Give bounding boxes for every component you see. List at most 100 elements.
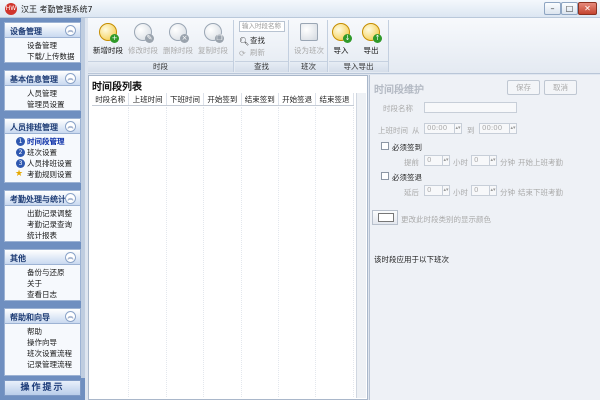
sidebar-header-other[interactable]: 其他 ︽ <box>5 250 80 265</box>
collapse-icon[interactable]: ︽ <box>65 121 76 132</box>
sidebar-item-record-query[interactable]: 考勤记录查询 <box>5 219 80 230</box>
group-label: 时段 <box>88 61 233 72</box>
copy-timeslot-button[interactable]: ❐ 复制时段 <box>195 21 231 59</box>
name-label: 时段名称 <box>383 104 413 113</box>
must-signout-label: 必须签退 <box>392 173 422 182</box>
list-scrollbar[interactable] <box>356 93 366 398</box>
delete-timeslot-button[interactable]: × 删除时段 <box>160 21 196 59</box>
sidebar-section-other: 其他 ︽ 备份与还原 关于 查看日志 <box>4 249 81 301</box>
sidebar-header-device[interactable]: 设备管理 ︽ <box>5 23 80 38</box>
sidebar-scrollbar[interactable] <box>81 18 85 378</box>
spin-icon[interactable]: ▴▾ <box>454 124 461 133</box>
advance-label: 提前 <box>404 158 419 167</box>
sidebar-item-shift-flow[interactable]: 班次设置流程 <box>5 348 80 359</box>
sidebar-item-record-adjust[interactable]: 出勤记录调整 <box>5 208 80 219</box>
must-signout-checkbox[interactable] <box>381 172 389 180</box>
button-label: 设为班次 <box>294 46 324 55</box>
sidebar-item-shift-settings[interactable]: 2 班次设置 <box>5 147 80 158</box>
column-header[interactable]: 开始签退 <box>279 93 317 105</box>
sidebar-item-wizard[interactable]: 操作向导 <box>5 337 80 348</box>
column-header[interactable]: 上班时间 <box>129 93 167 105</box>
button-label: 复制时段 <box>198 46 228 55</box>
delay-hours-stepper[interactable]: 0 ▴▾ <box>424 185 450 196</box>
sidebar-header-basic-info[interactable]: 基本信息管理 ︽ <box>5 71 80 86</box>
table-header: 时段名称 上班时间 下班时间 开始签到 结束签到 开始签退 结束签退 <box>92 93 354 106</box>
edit-timeslot-button[interactable]: ✎ 修改时段 <box>125 21 161 59</box>
column-header[interactable]: 开始签到 <box>204 93 242 105</box>
toolbar: + 新增时段 ✎ 修改时段 × 删除时段 ❐ 复制时段 时段 输入时段名称 🔍︎… <box>88 18 600 74</box>
refresh-button[interactable]: ⟳ 刷新 <box>239 47 265 58</box>
section-title: 基本信息管理 <box>10 75 58 84</box>
column-header[interactable]: 结束签到 <box>242 93 279 105</box>
sidebar: 设备管理 ︽ 设备管理 下载/上传数据 基本信息管理 ︽ 人员管理 管理员设置 … <box>0 18 85 400</box>
clock-delete-icon: × <box>169 23 189 43</box>
section-title: 其他 <box>10 254 26 263</box>
sidebar-header-scheduling[interactable]: 人员排班管理 ︽ <box>5 119 80 134</box>
group-label: 班次 <box>290 61 327 72</box>
sidebar-item-record-flow[interactable]: 记录管理流程 <box>5 359 80 370</box>
add-timeslot-button[interactable]: + 新增时段 <box>90 21 126 59</box>
export-button[interactable]: ↑ 导出 <box>353 21 389 59</box>
cancel-button[interactable]: 取消 <box>544 80 577 95</box>
sidebar-section-scheduling: 人员排班管理 ︽ 1 时间段管理 2 班次设置 3 人员排班设置 ★ 考勤规则设… <box>4 118 81 183</box>
timeslot-name-field[interactable] <box>424 102 517 113</box>
sidebar-item-admin-settings[interactable]: 管理员设置 <box>5 99 80 110</box>
column-header[interactable]: 结束签退 <box>316 93 354 105</box>
collapse-icon[interactable]: ︽ <box>65 311 76 322</box>
sidebar-item-time-period[interactable]: 1 时间段管理 <box>5 136 80 147</box>
sidebar-item-personnel[interactable]: 人员管理 <box>5 88 80 99</box>
sidebar-item-label: 班次设置 <box>27 148 57 157</box>
sidebar-item-device-management[interactable]: 设备管理 <box>5 40 80 51</box>
column-header[interactable]: 时段名称 <box>92 93 130 105</box>
minutes-label: 分钟 <box>500 158 515 167</box>
panel-title: 时间段列表 <box>92 82 142 93</box>
spin-icon[interactable]: ▴▾ <box>442 186 449 195</box>
maximize-button[interactable]: □ <box>561 2 578 15</box>
advance-minutes-stepper[interactable]: 0 ▴▾ <box>471 155 497 166</box>
collapse-icon[interactable]: ︽ <box>65 252 76 263</box>
sidebar-section-basic-info: 基本信息管理 ︽ 人员管理 管理员设置 <box>4 70 81 111</box>
end-time-field[interactable]: 00:00 ▴▾ <box>479 123 517 134</box>
sidebar-item-help[interactable]: 帮助 <box>5 326 80 337</box>
operation-tips-button[interactable]: 操作提示 <box>4 380 81 396</box>
step-3-icon: 3 <box>16 159 25 168</box>
column-header[interactable]: 下班时间 <box>167 93 205 105</box>
find-button[interactable]: 🔍︎ 查找 <box>239 35 265 46</box>
sidebar-item-staff-schedule[interactable]: 3 人员排班设置 <box>5 158 80 169</box>
minutes-label: 分钟 <box>500 188 515 197</box>
collapse-icon[interactable]: ︽ <box>65 25 76 36</box>
sidebar-item-attendance-rules[interactable]: ★ 考勤规则设置 <box>5 169 80 180</box>
group-label: 查找 <box>235 61 288 72</box>
spin-icon[interactable]: ▴▾ <box>442 156 449 165</box>
sidebar-item-download-upload[interactable]: 下载/上传数据 <box>5 51 80 62</box>
sidebar-item-backup[interactable]: 备份与还原 <box>5 267 80 278</box>
minimize-button[interactable]: – <box>544 2 561 15</box>
toolbar-group-search: 输入时段名称 🔍︎ 查找 ⟳ 刷新 查找 <box>235 20 289 72</box>
table-body[interactable] <box>92 107 354 397</box>
delay-minutes-stepper[interactable]: 0 ▴▾ <box>471 185 497 196</box>
sidebar-item-reports[interactable]: 统计报表 <box>5 230 80 241</box>
sidebar-item-label: 人员排班设置 <box>27 159 72 168</box>
button-label: 新增时段 <box>93 46 123 55</box>
save-button[interactable]: 保存 <box>507 80 540 95</box>
set-as-shift-button[interactable]: 设为班次 <box>291 21 327 59</box>
sidebar-header-help[interactable]: 帮助和向导 ︽ <box>5 309 80 324</box>
section-title: 考勤处理与统计 <box>10 195 66 204</box>
start-time-field[interactable]: 00:00 ▴▾ <box>424 123 462 134</box>
must-signin-checkbox[interactable] <box>381 142 389 150</box>
advance-hours-stepper[interactable]: 0 ▴▾ <box>424 155 450 166</box>
collapse-icon[interactable]: ︽ <box>65 193 76 204</box>
time-period-list-panel: 时间段列表 时段名称 上班时间 下班时间 开始签到 结束签到 开始签退 结束签退 <box>88 75 368 400</box>
sidebar-item-logs[interactable]: 查看日志 <box>5 289 80 300</box>
hours-label: 小时 <box>453 158 468 167</box>
close-button[interactable]: ✕ <box>578 2 597 15</box>
section-title: 设备管理 <box>10 27 42 36</box>
spin-icon[interactable]: ▴▾ <box>489 156 496 165</box>
spin-icon[interactable]: ▴▾ <box>489 186 496 195</box>
timeslot-search-input[interactable]: 输入时段名称 <box>239 21 285 32</box>
sidebar-header-processing[interactable]: 考勤处理与统计 ︽ <box>5 191 80 206</box>
spin-icon[interactable]: ▴▾ <box>509 124 516 133</box>
sidebar-item-about[interactable]: 关于 <box>5 278 80 289</box>
collapse-icon[interactable]: ︽ <box>65 73 76 84</box>
applies-to-shifts-label: 该时段应用于以下班次 <box>374 255 449 264</box>
